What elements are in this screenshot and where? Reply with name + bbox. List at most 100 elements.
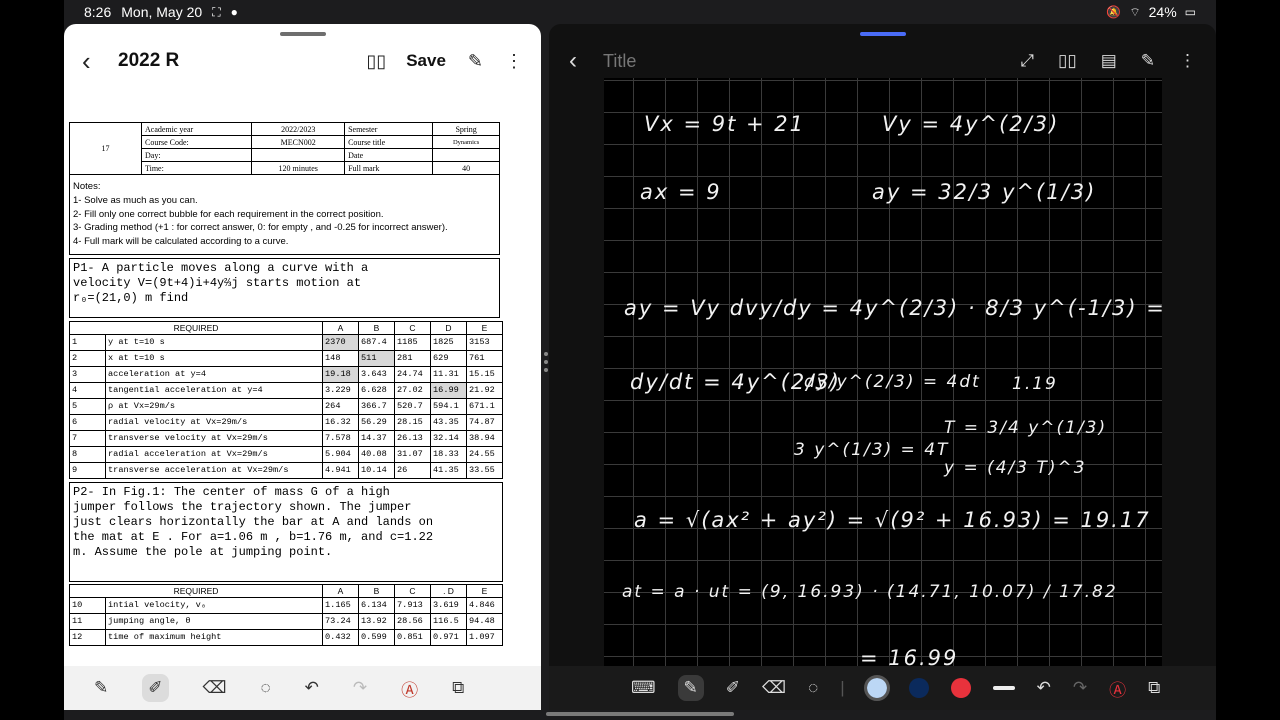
handwriting-ay-chain: ay = Vy dvy/dy = 4y^(2/3) · 8/3 y^(-1/3)… [624, 296, 1162, 320]
row-requirement: x at t=10 s [105, 349, 323, 367]
notes-app-pane: ‹ Title ⤢ ▯▯ ▤ ✎ ⋮ Vx = 9t + 21 Vy = 4y^… [549, 24, 1216, 710]
undo-icon[interactable]: ↶ [1037, 678, 1051, 698]
table-header-b: B [358, 583, 395, 598]
book-icon[interactable]: ▯▯ [1058, 51, 1077, 71]
pen-icon[interactable]: ✎ [94, 678, 108, 698]
markup-pen-icon[interactable]: ✎ [468, 51, 483, 72]
answer-cell: 21.92 [466, 381, 503, 399]
table-header-required: REQUIRED [69, 583, 323, 598]
pdf-toolbar: ‹ 2022 R ▯▯ Save ✎ ⋮ [64, 38, 541, 84]
status-date: Mon, May 20 [121, 4, 203, 20]
row-number: 8 [69, 445, 106, 463]
answer-cell: 43.35 [430, 413, 467, 431]
answer-cell: 761 [466, 349, 503, 367]
header-cell: Academic year [140, 122, 253, 136]
answer-cell: 32.14 [430, 429, 467, 447]
answer-cell: 94.48 [466, 612, 503, 630]
page-icon[interactable]: ▤ [1101, 51, 1117, 71]
status-bar: 8:26 Mon, May 20 ⛶ ● 🔕 ⌔ 24% ▭ [64, 0, 1216, 24]
row-requirement: jumping angle, θ [105, 612, 323, 630]
answer-cell: 16.99 [430, 381, 467, 399]
table-row: 12 time of maximum height 0.432 0.599 0.… [69, 628, 503, 646]
answer-cell: 15.15 [466, 365, 503, 383]
grid-canvas[interactable]: Vx = 9t + 21 Vy = 4y^(2/3) ax = 9 ay = 3… [604, 78, 1162, 666]
answer-cell: 13.92 [358, 612, 395, 630]
color-swatch-red[interactable] [950, 678, 971, 698]
note-title[interactable]: Title [603, 51, 636, 72]
highlighter-icon[interactable]: ✐ [726, 678, 740, 698]
problem-2-statement: P2- In Fig.1: The center of mass G of a … [69, 481, 503, 582]
highlighter-icon[interactable]: ✐ [142, 674, 169, 702]
answer-cell: 18.33 [430, 445, 467, 463]
back-chevron-icon[interactable]: ‹ [569, 47, 603, 75]
answer-cell: 11.31 [430, 365, 467, 383]
problem-line: P1- A particle moves along a curve with … [73, 260, 369, 275]
multitask-handle[interactable] [279, 32, 326, 36]
header-cell: Date [344, 148, 434, 162]
lock-icon[interactable]: ⧉ [1148, 678, 1160, 698]
problem-line: m. Assume the pole at jumping point. [73, 544, 333, 559]
markup-pen-icon[interactable]: ✎ [1141, 51, 1155, 71]
eraser-icon[interactable]: ⌫ [762, 678, 786, 698]
handwriting-y-expr: y = (4/3 T)^3 [944, 458, 1087, 478]
pen-color-icon[interactable]: Ⓐ [401, 676, 418, 701]
header-cell: Course Code: [140, 135, 253, 149]
screen-record-icon: ⛶ [212, 4, 221, 19]
more-options-icon[interactable]: ⋮ [505, 51, 523, 72]
back-chevron-icon[interactable]: ‹ [82, 46, 118, 77]
answer-cell: 4.846 [466, 596, 503, 614]
handwriting-ay: ay = 32/3 y^(1/3) [872, 180, 1097, 204]
table-row: 8 radial acceleration at Vx=29m/s 5.904 … [69, 445, 503, 463]
answer-cell: 38.94 [466, 429, 503, 447]
header-cell: Time: [140, 161, 253, 175]
exam-header-table: 17 Academic year 2022/2023 Semester Spri… [69, 122, 500, 175]
undo-icon[interactable]: ↶ [305, 678, 319, 698]
notes-line: 3- Grading method (+1 : for correct answ… [73, 222, 448, 234]
handwriting-at: at = a · ut = (9, 16.93) · (14.71, 10.07… [622, 582, 1118, 602]
document-title: 2022 R [118, 50, 180, 71]
row-requirement: y at t=10 s [105, 333, 323, 351]
battery-percent: 24% [1148, 4, 1177, 20]
expand-icon[interactable]: ⤢ [1020, 51, 1034, 71]
answer-cell: 671.1 [466, 397, 503, 415]
redo-icon[interactable]: ↷ [353, 678, 367, 698]
row-number: 2 [69, 349, 106, 367]
answer-cell: 3.619 [430, 596, 467, 614]
book-icon[interactable]: ▯▯ [366, 51, 386, 72]
lasso-icon[interactable]: ◌ [261, 678, 271, 698]
header-cell: Full mark [344, 161, 434, 175]
split-view-divider[interactable] [544, 352, 548, 376]
line-width-icon[interactable] [992, 686, 1015, 690]
home-indicator[interactable] [546, 712, 734, 716]
answer-cell: 4.941 [322, 461, 359, 479]
more-options-icon[interactable]: ⋮ [1179, 51, 1196, 71]
answer-cell: 26.13 [394, 429, 431, 447]
eraser-icon[interactable]: ⌫ [203, 678, 227, 698]
answer-cell: 0.599 [358, 628, 395, 646]
color-swatch-light-blue[interactable] [863, 675, 890, 701]
answer-cell: 1.097 [466, 628, 503, 646]
answer-cell: 74.87 [466, 413, 503, 431]
pdf-markup-toolbar: ✎ ✐ ⌫ ◌ ↶ ↷ Ⓐ ⧉ [64, 666, 541, 710]
multitask-handle[interactable] [859, 32, 906, 36]
pen-color-icon[interactable]: Ⓐ [1109, 676, 1126, 701]
answer-cell: 26 [394, 461, 431, 479]
keyboard-icon[interactable]: ⌨ [631, 678, 656, 698]
header-cell: Spring [432, 122, 500, 136]
save-button[interactable]: Save [406, 51, 446, 71]
pen-icon[interactable]: ✎ [677, 675, 704, 701]
answer-cell: 14.37 [358, 429, 395, 447]
answer-cell: 687.4 [358, 333, 395, 351]
notes-line: Notes: [73, 181, 101, 192]
handwriting-value: 1.19 [1012, 374, 1058, 394]
answer-cell: 264 [322, 397, 359, 415]
lock-icon[interactable]: ⧉ [452, 678, 464, 698]
answer-cell: 3.229 [322, 381, 359, 399]
redo-icon[interactable]: ↷ [1073, 678, 1087, 698]
header-cell: Course title [344, 135, 434, 149]
row-number: 7 [69, 429, 106, 447]
answer-cell: 1.165 [322, 596, 359, 614]
lasso-icon[interactable]: ◌ [808, 678, 818, 698]
color-swatch-navy[interactable] [908, 678, 929, 698]
handwriting-integral: 3 y^(1/3) = 4T [794, 440, 950, 460]
